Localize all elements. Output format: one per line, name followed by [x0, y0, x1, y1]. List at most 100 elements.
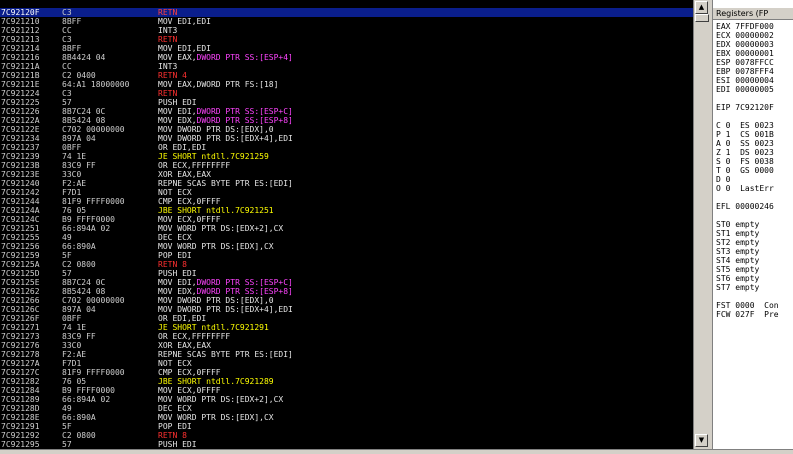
- disasm-row[interactable]: 7C921289 66:894A 02 MOV WORD PTR DS:[EDX+2…: [0, 395, 693, 404]
- row-address: 7C921242: [1, 188, 40, 197]
- disassembly-pane[interactable]: 7C92120F C3 RETN 7C921210 8BFF MOV EDI,EDI 7C9…: [0, 0, 693, 449]
- row-operand: DWORD PTR SS:[ESP+4]: [196, 53, 293, 62]
- row-address: 7C92126C: [1, 305, 40, 314]
- disasm-row[interactable]: 7C921271 74 1E JE SHORT ntdll.7C921291: [0, 323, 693, 332]
- disasm-row[interactable]: 7C921237 0BFF OR EDI,EDI: [0, 143, 693, 152]
- disasm-row[interactable]: 7C921213 C3 RETN: [0, 35, 693, 44]
- row-instruction: OR EDI,EDI: [158, 314, 206, 323]
- scroll-down-arrow-icon[interactable]: ▼: [695, 434, 708, 447]
- row-hex-bytes: 49: [62, 404, 72, 413]
- register-line: EIP 7C92120F: [716, 103, 774, 112]
- register-line: ST0 empty: [716, 220, 760, 229]
- row-instruction: MOV EDI,DWORD PTR SS:[ESP+C]: [158, 278, 293, 287]
- disasm-row[interactable]: 7C92127C 81F9 FFFF0000 CMP ECX,0FFFF: [0, 368, 693, 377]
- disasm-row[interactable]: 7C92127A F7D1 NOT ECX: [0, 359, 693, 368]
- disasm-row[interactable]: 7C92121A CC INT3: [0, 62, 693, 71]
- row-address: 7C92122E: [1, 125, 40, 134]
- row-mnemonic: MOV DWORD PTR DS:[EDX+4],EDI: [158, 134, 293, 143]
- disasm-row[interactable]: 7C921259 5F POP EDI: [0, 251, 693, 260]
- disasm-row[interactable]: 7C921212 CC INT3: [0, 26, 693, 35]
- row-instruction: NOT ECX: [158, 188, 192, 197]
- disasm-row[interactable]: 7C921295 57 PUSH EDI: [0, 440, 693, 449]
- row-mnemonic: DEC ECX: [158, 404, 192, 413]
- row-hex-bytes: C3: [62, 8, 72, 17]
- disassembly-scrollbar[interactable]: ▲ ▼: [693, 0, 710, 449]
- disasm-row[interactable]: 7C921266 C702 00000000 MOV DWORD PTR DS:[E…: [0, 296, 693, 305]
- row-instruction: REPNE SCAS BYTE PTR ES:[EDI]: [158, 179, 293, 188]
- row-address: 7C921240: [1, 179, 40, 188]
- row-address: 7C921212: [1, 26, 40, 35]
- disasm-row[interactable]: 7C921291 5F POP EDI: [0, 422, 693, 431]
- disasm-row[interactable]: 7C92121B C2 0400 RETN 4: [0, 71, 693, 80]
- register-line: ST2 empty: [716, 238, 760, 247]
- row-address: 7C92125E: [1, 278, 40, 287]
- disasm-row[interactable]: 7C92121E 64:A1 18000000 MOV EAX,DWORD PTR …: [0, 80, 693, 89]
- disasm-row[interactable]: 7C921234 897A 04 MOV DWORD PTR DS:[EDX+4],…: [0, 134, 693, 143]
- row-hex-bytes: C2 0800: [62, 260, 96, 269]
- disasm-row[interactable]: 7C921282 76 05 JBE SHORT ntdll.7C921289: [0, 377, 693, 386]
- disasm-row[interactable]: 7C921273 83C9 FF OR ECX,FFFFFFFF: [0, 332, 693, 341]
- disasm-row[interactable]: 7C92125A C2 0800 RETN 8: [0, 260, 693, 269]
- disasm-row[interactable]: 7C921242 F7D1 NOT ECX: [0, 188, 693, 197]
- disasm-row[interactable]: 7C921216 8B4424 04 MOV EAX,DWORD PTR SS:[E…: [0, 53, 693, 62]
- disasm-row[interactable]: 7C921255 49 DEC ECX: [0, 233, 693, 242]
- disasm-row[interactable]: 7C921240 F2:AE REPNE SCAS BYTE PTR ES:[EDI…: [0, 179, 693, 188]
- disasm-row[interactable]: 7C92128E 66:890A MOV WORD PTR DS:[EDX],CX: [0, 413, 693, 422]
- row-address: 7C92120F: [1, 8, 40, 17]
- disasm-row[interactable]: 7C92125D 57 PUSH EDI: [0, 269, 693, 278]
- scroll-thumb[interactable]: [695, 14, 709, 22]
- row-mnemonic: OR EDI,EDI: [158, 143, 207, 152]
- status-strip: [0, 449, 793, 454]
- disasm-row[interactable]: 7C92124C B9 FFFF0000 MOV ECX,0FFFF: [0, 215, 693, 224]
- disasm-row[interactable]: 7C921262 8B5424 08 MOV EDX,DWORD PTR SS:[E…: [0, 287, 693, 296]
- disasm-row[interactable]: 7C921226 8B7C24 0C MOV EDI,DWORD PTR SS:[E…: [0, 107, 693, 116]
- row-instruction: CMP ECX,0FFFF: [158, 368, 221, 377]
- disasm-row[interactable]: 7C921225 57 PUSH EDI: [0, 98, 693, 107]
- disasm-row[interactable]: 7C92128D 49 DEC ECX: [0, 404, 693, 413]
- disasm-row[interactable]: 7C921214 8BFF MOV EDI,EDI: [0, 44, 693, 53]
- row-hex-bytes: 57: [62, 269, 72, 278]
- disasm-row[interactable]: 7C921292 C2 0800 RETN 8: [0, 431, 693, 440]
- disasm-row[interactable]: 7C921256 66:890A MOV WORD PTR DS:[EDX],CX: [0, 242, 693, 251]
- register-line: ST4 empty: [716, 256, 760, 265]
- disasm-row[interactable]: 7C921210 8BFF MOV EDI,EDI: [0, 17, 693, 26]
- row-instruction: NOT ECX: [158, 359, 192, 368]
- row-mnemonic: MOV WORD PTR DS:[EDX],CX: [158, 242, 274, 251]
- row-instruction: PUSH EDI: [158, 98, 197, 107]
- row-address: 7C921291: [1, 422, 40, 431]
- row-mnemonic: NOT ECX: [158, 188, 192, 197]
- disasm-row[interactable]: 7C921224 C3 RETN: [0, 89, 693, 98]
- registers-pane[interactable]: Registers (FP EAX 7FFDF000 ECX 00000002 ED…: [712, 0, 793, 449]
- row-mnemonic: JE SHORT ntdll.7C921259: [158, 152, 269, 161]
- disasm-row[interactable]: 7C92123E 33C0 XOR EAX,EAX: [0, 170, 693, 179]
- scroll-up-arrow-icon[interactable]: ▲: [695, 1, 708, 14]
- row-instruction: MOV EDI,EDI: [158, 44, 211, 53]
- disasm-row[interactable]: 7C92122E C702 00000000 MOV DWORD PTR DS:[E…: [0, 125, 693, 134]
- registers-title: Registers (FP: [713, 8, 793, 20]
- disasm-row[interactable]: 7C921284 B9 FFFF0000 MOV ECX,0FFFF: [0, 386, 693, 395]
- disasm-row[interactable]: 7C921278 F2:AE REPNE SCAS BYTE PTR ES:[EDI…: [0, 350, 693, 359]
- row-address: 7C921278: [1, 350, 40, 359]
- disasm-row[interactable]: 7C92120F C3 RETN: [0, 8, 693, 17]
- row-address: 7C92121A: [1, 62, 40, 71]
- register-line: ST3 empty: [716, 247, 760, 256]
- row-address: 7C92124A: [1, 206, 40, 215]
- row-mnemonic: POP EDI: [158, 251, 192, 260]
- disasm-row[interactable]: 7C92124A 76 05 JBE SHORT ntdll.7C921251: [0, 206, 693, 215]
- row-instruction: OR ECX,FFFFFFFF: [158, 161, 230, 170]
- disasm-row[interactable]: 7C92122A 8B5424 08 MOV EDX,DWORD PTR SS:[E…: [0, 116, 693, 125]
- disasm-row[interactable]: 7C92126F 0BFF OR EDI,EDI: [0, 314, 693, 323]
- disasm-row[interactable]: 7C921251 66:894A 02 MOV WORD PTR DS:[EDX+2…: [0, 224, 693, 233]
- disasm-row[interactable]: 7C921244 81F9 FFFF0000 CMP ECX,0FFFF: [0, 197, 693, 206]
- disasm-row[interactable]: 7C92125E 8B7C24 0C MOV EDI,DWORD PTR SS:[E…: [0, 278, 693, 287]
- row-address: 7C921251: [1, 224, 40, 233]
- disasm-row[interactable]: 7C921239 74 1E JE SHORT ntdll.7C921259: [0, 152, 693, 161]
- disasm-row[interactable]: 7C921276 33C0 XOR EAX,EAX: [0, 341, 693, 350]
- row-address: 7C921292: [1, 431, 40, 440]
- row-address: 7C92128D: [1, 404, 40, 413]
- row-mnemonic: PUSH EDI: [158, 98, 197, 107]
- row-address: 7C921213: [1, 35, 40, 44]
- disasm-row[interactable]: 7C92123B 83C9 FF OR ECX,FFFFFFFF: [0, 161, 693, 170]
- disasm-row[interactable]: 7C92126C 897A 04 MOV DWORD PTR DS:[EDX+4],…: [0, 305, 693, 314]
- row-instruction: MOV EAX,DWORD PTR SS:[ESP+4]: [158, 53, 293, 62]
